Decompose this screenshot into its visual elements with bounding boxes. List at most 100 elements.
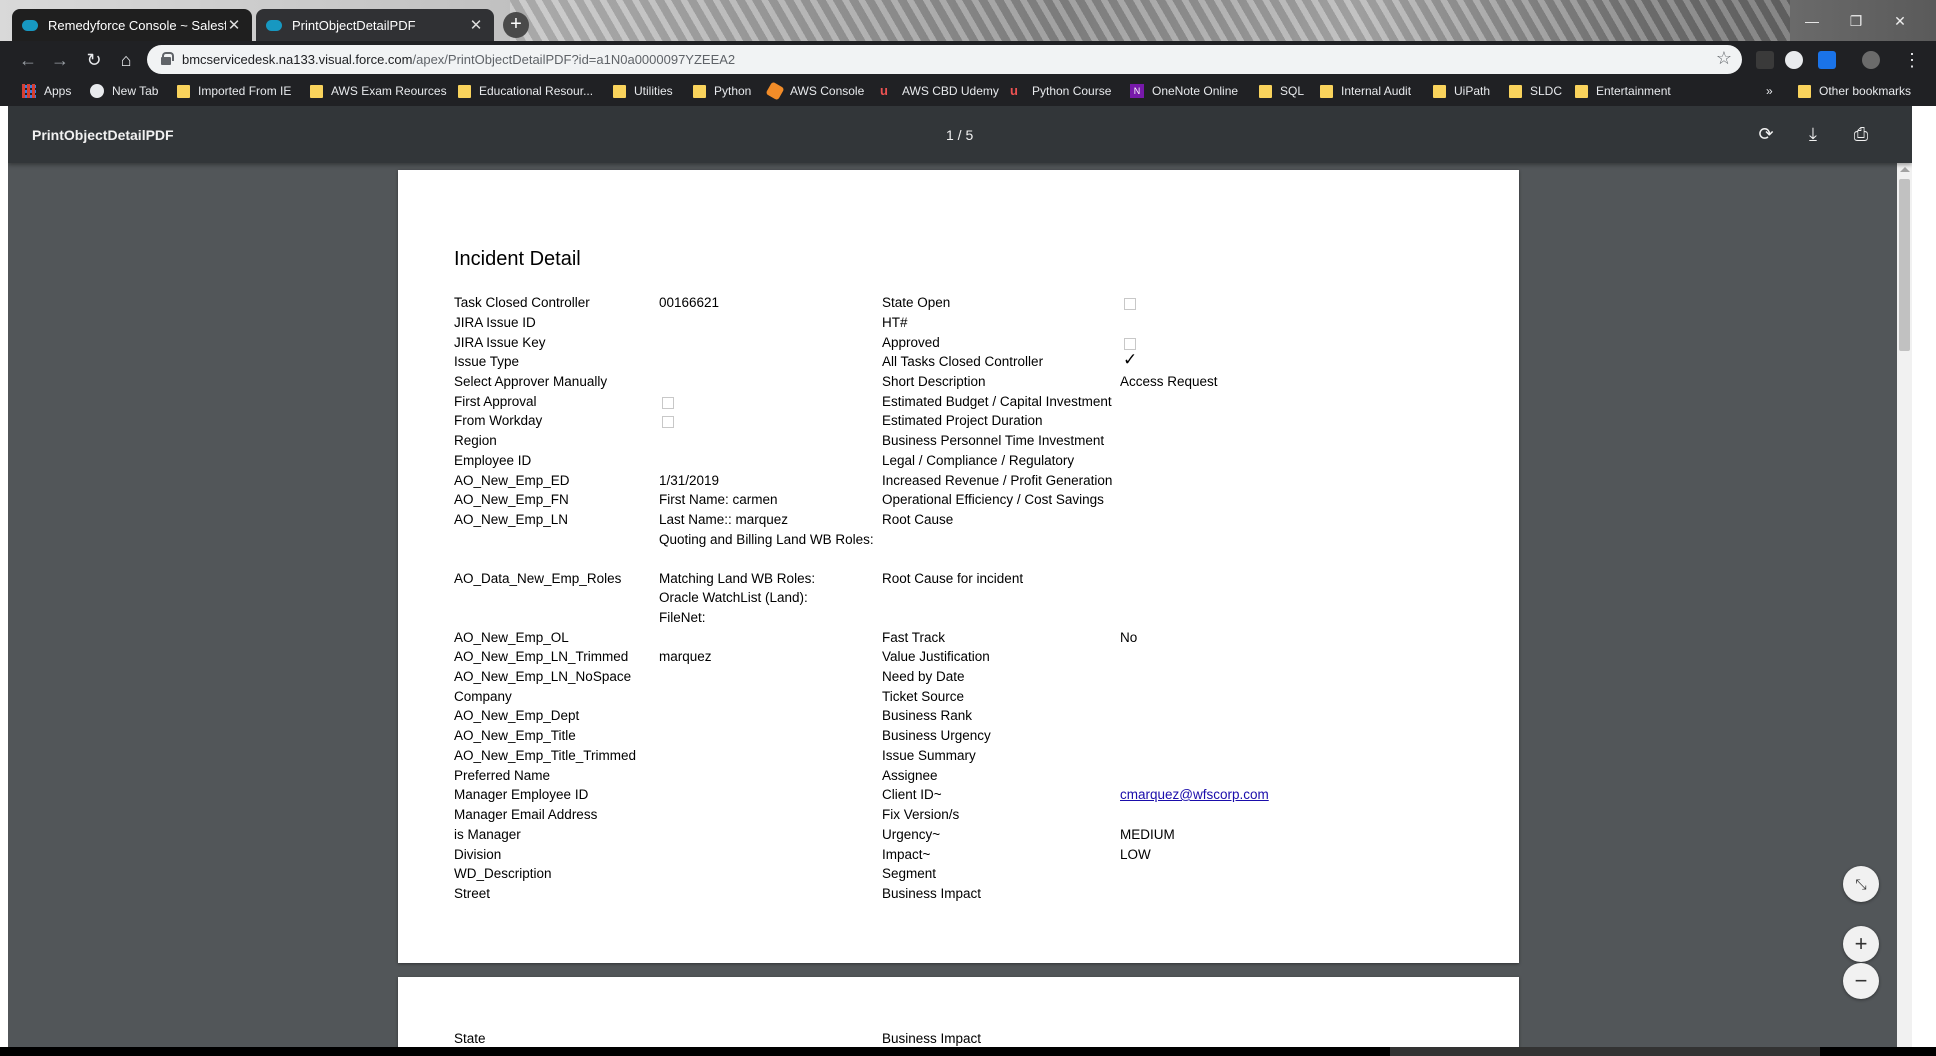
field-label: Need by Date	[882, 669, 965, 684]
field-label: Root Cause for incident	[882, 571, 1024, 586]
folder-icon	[1575, 84, 1588, 98]
url-text[interactable]: bmcservicedesk.na133.visual.force.com/ap…	[182, 52, 735, 67]
browser-toolbar: ← → ↻ ⌂ bmcservicedesk.na133.visual.forc…	[0, 41, 1936, 78]
bookmark-label: AWS Console	[790, 84, 865, 98]
folder-icon	[1259, 84, 1272, 98]
forward-icon[interactable]: →	[48, 48, 72, 72]
bookmark-python-course[interactable]: u Python Course	[1010, 84, 1112, 99]
bookmark-aws-console[interactable]: AWS Console	[765, 81, 865, 101]
minimize-icon[interactable]: —	[1792, 10, 1832, 32]
field-label: Company	[454, 689, 512, 704]
field-label: Division	[454, 847, 502, 862]
field-label: Business Impact	[882, 886, 982, 901]
bookmark-onenote[interactable]: N OneNote Online	[1130, 84, 1238, 98]
field-label: Region	[454, 433, 497, 448]
bookmark-aws-exam[interactable]: AWS Exam Reources	[310, 84, 447, 98]
bookmark-label: AWS CBD Udemy	[902, 84, 999, 98]
other-bookmarks[interactable]: Other bookmarks	[1798, 84, 1911, 98]
field-label: Impact~	[882, 847, 931, 862]
bookmark-label: Other bookmarks	[1819, 84, 1912, 98]
bookmark-entertainment[interactable]: Entertainment	[1575, 84, 1671, 98]
bookmark-uipath[interactable]: UiPath	[1433, 84, 1490, 98]
field-label: Issue Type	[454, 354, 520, 369]
field-label: JIRA Issue ID	[454, 315, 536, 330]
tab-remedyforce-console[interactable]: Remedyforce Console ~ Salesforce ✕	[12, 9, 252, 41]
checkbox-unchecked-icon	[1124, 338, 1136, 350]
bookmark-label: Python	[714, 84, 752, 98]
folder-icon	[177, 84, 190, 98]
folder-icon	[1320, 84, 1333, 98]
field-value: FileNet:	[659, 610, 706, 625]
bookmark-internal-audit[interactable]: Internal Audit	[1320, 84, 1411, 98]
field-label: Preferred Name	[454, 768, 551, 783]
new-tab-button[interactable]: +	[503, 12, 529, 38]
menu-icon[interactable]: ⋮	[1900, 48, 1924, 72]
field-label: Select Approver Manually	[454, 374, 608, 389]
print-icon[interactable]: ⎙	[1849, 122, 1873, 146]
email-link[interactable]: cmarquez@wfscorp.com	[1120, 787, 1269, 802]
bookmark-star-icon[interactable]: ☆	[1716, 48, 1732, 69]
close-tab-icon[interactable]: ✕	[468, 16, 484, 34]
field-value: Quoting and Billing Land WB Roles:	[659, 532, 874, 547]
field-value: MEDIUM	[1120, 827, 1175, 842]
folder-icon	[1433, 84, 1446, 98]
fit-page-button[interactable]: ⤡	[1843, 866, 1879, 902]
url-host: bmcservicedesk.na133.visual.force.com	[182, 52, 413, 67]
scroll-up-icon[interactable]	[1900, 167, 1910, 172]
bookmark-label: Apps	[44, 84, 72, 98]
tab-title: PrintObjectDetailPDF	[292, 17, 416, 33]
bookmark-apps[interactable]: Apps	[22, 84, 71, 98]
bookmark-utilities[interactable]: Utilities	[613, 84, 673, 98]
rotate-icon[interactable]: ⟳	[1754, 122, 1778, 146]
checkbox-unchecked-icon	[1124, 298, 1136, 310]
reload-icon[interactable]: ↻	[82, 48, 106, 72]
restore-icon[interactable]: ❐	[1836, 10, 1876, 32]
field-label: Client ID~	[882, 787, 942, 802]
bookmark-aws-cbd-udemy[interactable]: u AWS CBD Udemy	[880, 84, 999, 99]
pdf-viewer: PrintObjectDetailPDF 1 / 5 ⟳ ⤓ ⎙ Inciden…	[8, 106, 1912, 1056]
bookmark-sldc[interactable]: SLDC	[1509, 84, 1562, 98]
folder-icon	[310, 84, 323, 98]
zoom-in-button[interactable]: +	[1843, 926, 1879, 962]
bookmark-python[interactable]: Python	[693, 84, 751, 98]
field-label: Manager Employee ID	[454, 787, 589, 802]
client-id-email-link[interactable]: cmarquez@wfscorp.com	[1120, 787, 1269, 802]
bookmark-sql[interactable]: SQL	[1259, 84, 1304, 98]
extension-circle-icon[interactable]	[1785, 51, 1803, 69]
close-tab-icon[interactable]: ✕	[226, 16, 242, 34]
bookmark-new-tab[interactable]: New Tab	[90, 84, 158, 98]
address-bar[interactable]: bmcservicedesk.na133.visual.force.com/ap…	[147, 45, 1742, 74]
field-value: LOW	[1120, 847, 1151, 862]
bookmark-label: Educational Resour...	[479, 84, 594, 98]
bookmark-label: UiPath	[1454, 84, 1491, 98]
bookmark-educational[interactable]: Educational Resour...	[458, 84, 593, 98]
folder-icon	[613, 84, 626, 98]
folder-icon	[1798, 84, 1811, 98]
globe-icon	[90, 84, 104, 98]
zoom-out-button[interactable]: −	[1843, 963, 1879, 999]
bookmark-label: Python Course	[1032, 84, 1112, 98]
scrollbar-thumb[interactable]	[1899, 179, 1910, 351]
field-label: All Tasks Closed Controller	[882, 354, 1044, 369]
home-icon[interactable]: ⌂	[114, 48, 138, 72]
field-label: Business Rank	[882, 708, 973, 723]
more-bookmarks-button[interactable]: »	[1766, 84, 1773, 98]
field-label: Estimated Budget / Capital Investment	[882, 394, 1112, 409]
download-icon[interactable]: ⤓	[1801, 122, 1825, 146]
profile-avatar[interactable]	[1862, 51, 1880, 69]
salesforce-icon	[22, 19, 38, 31]
back-icon[interactable]: ←	[16, 48, 40, 72]
uipath-extension-icon[interactable]	[1818, 51, 1836, 69]
field-label: AO_New_Emp_ED	[454, 473, 570, 488]
vertical-scrollbar[interactable]	[1897, 163, 1912, 1056]
field-label: WD_Description	[454, 866, 552, 881]
field-label: AO_New_Emp_Title_Trimmed	[454, 748, 637, 763]
field-label: From Workday	[454, 413, 543, 428]
field-label: is Manager	[454, 827, 521, 842]
close-window-icon[interactable]: ✕	[1880, 10, 1920, 32]
field-label: Ticket Source	[882, 689, 965, 704]
extension-icon[interactable]	[1756, 51, 1774, 69]
bookmark-imported-from-ie[interactable]: Imported From IE	[177, 84, 291, 98]
tab-print-object-detail[interactable]: PrintObjectDetailPDF ✕	[256, 9, 494, 41]
bookmark-label: Imported From IE	[198, 84, 292, 98]
